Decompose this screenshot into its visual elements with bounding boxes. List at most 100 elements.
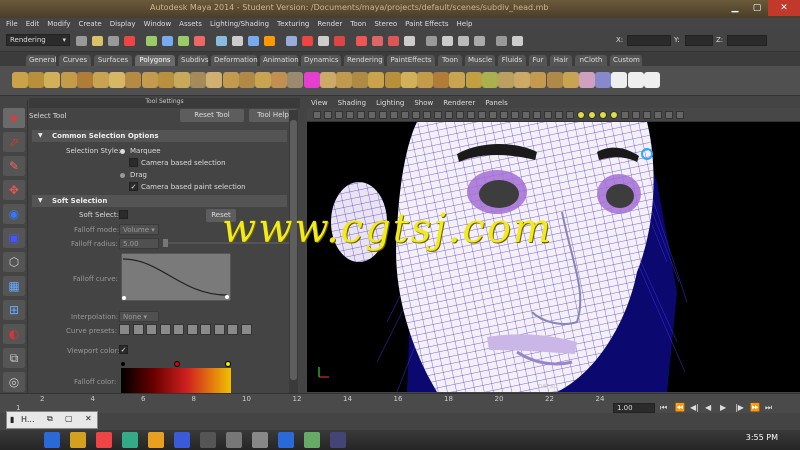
status-tool-icon[interactable]	[388, 36, 399, 46]
curve-preset-icon[interactable]	[200, 324, 211, 335]
ramp-handle-black[interactable]	[121, 362, 125, 366]
taskbar-app-icon[interactable]	[304, 432, 320, 448]
menu-toon[interactable]: Toon	[350, 20, 366, 28]
menu-file[interactable]: File	[6, 20, 18, 28]
curve-preset-icon[interactable]	[227, 324, 238, 335]
viewport-tool-icon[interactable]	[324, 111, 332, 119]
status-tool-icon[interactable]	[512, 36, 523, 46]
viewport-tool-icon[interactable]	[511, 111, 519, 119]
shelf-tool-icon[interactable]	[481, 72, 498, 88]
taskbar-app-icon[interactable]	[200, 432, 216, 448]
viewport-tool-icon[interactable]	[621, 111, 629, 119]
shelf-tab-toon[interactable]: Toon	[438, 55, 462, 66]
last-tool-icon[interactable]: ◐	[3, 324, 25, 344]
status-tool-icon[interactable]	[194, 36, 205, 46]
shelf-tool-icon[interactable]	[222, 72, 239, 88]
viewport-tool-icon[interactable]	[577, 111, 585, 119]
camera-based-checkbox[interactable]	[129, 158, 138, 167]
shelf-tab-subdivs[interactable]: Subdivs	[178, 55, 209, 66]
status-tool-icon[interactable]	[356, 36, 367, 46]
taskbar-app-icon[interactable]	[44, 432, 60, 448]
menu-display[interactable]: Display	[110, 20, 136, 28]
playback-button[interactable]: ◀	[705, 403, 711, 412]
drag-radio[interactable]	[120, 173, 125, 178]
shelf-tool-icon[interactable]	[157, 72, 174, 88]
menu-paint-effects[interactable]: Paint Effects	[405, 20, 448, 28]
curve-preset-icon[interactable]	[213, 324, 225, 335]
shelf-tool-icon[interactable]	[125, 72, 142, 88]
status-tool-icon[interactable]	[442, 36, 453, 46]
shelf-tool-icon[interactable]	[28, 72, 45, 88]
taskbar-app-icon[interactable]	[174, 432, 190, 448]
3d-viewport[interactable]: persp	[307, 122, 800, 392]
taskbar-app-icon[interactable]	[122, 432, 138, 448]
menu-render[interactable]: Render	[317, 20, 342, 28]
coord-x-field[interactable]	[627, 35, 671, 46]
current-time-field[interactable]: 1.00	[613, 403, 655, 413]
shelf-tool-icon[interactable]	[238, 72, 255, 88]
status-tool-icon[interactable]	[108, 36, 119, 46]
status-tool-icon[interactable]	[496, 36, 507, 46]
paint-select-icon[interactable]: ✎	[3, 156, 25, 176]
ramp-handle-yellow[interactable]	[225, 361, 231, 367]
common-selection-header[interactable]: ▼ Common Selection Options	[32, 130, 287, 142]
outliner-icon[interactable]: ⧉	[3, 348, 25, 368]
maximize-button[interactable]: ▢	[746, 0, 768, 16]
taskbar-app-icon[interactable]	[252, 432, 268, 448]
shelf-tool-icon[interactable]	[287, 72, 304, 88]
shelf-tab-animation[interactable]: Animation	[260, 55, 299, 66]
coord-z-field[interactable]	[727, 35, 767, 46]
menu-assets[interactable]: Assets	[179, 20, 202, 28]
curve-preset-icon[interactable]	[186, 324, 198, 335]
viewport-tool-icon[interactable]	[676, 111, 684, 119]
playback-button[interactable]: ⏩	[750, 403, 760, 412]
shelf-tool-icon[interactable]	[546, 72, 563, 88]
move-tool-icon[interactable]: ✥	[3, 180, 25, 200]
vp-menu-renderer[interactable]: Renderer	[443, 99, 475, 107]
playback-button[interactable]: ⏮	[660, 403, 667, 413]
shelf-tool-icon[interactable]	[76, 72, 93, 88]
reset-tool-button[interactable]: Reset Tool	[180, 109, 244, 122]
shelf-tab-fur[interactable]: Fur	[529, 55, 547, 66]
maximize-icon[interactable]: ▢	[65, 414, 73, 423]
shelf-tab-custom[interactable]: Custom	[610, 55, 642, 66]
viewport-tool-icon[interactable]	[412, 111, 420, 119]
shelf-tool-icon[interactable]	[449, 72, 466, 88]
viewport-tool-icon[interactable]	[566, 111, 574, 119]
viewport-tool-icon[interactable]	[390, 111, 398, 119]
lasso-tool-icon[interactable]: ⬀	[3, 132, 25, 152]
status-tool-icon[interactable]	[146, 36, 157, 46]
viewport-tool-icon[interactable]	[610, 111, 618, 119]
shelf-tab-deformation[interactable]: Deformation	[211, 55, 258, 66]
menu-edit[interactable]: Edit	[26, 20, 40, 28]
viewport-tool-icon[interactable]	[456, 111, 464, 119]
viewport-tool-icon[interactable]	[544, 111, 552, 119]
menu-modify[interactable]: Modify	[47, 20, 70, 28]
restore-icon[interactable]: ⧉	[47, 414, 53, 424]
curve-preset-icon[interactable]	[132, 324, 144, 335]
viewport-tool-icon[interactable]	[313, 111, 321, 119]
shelf-tool-icon[interactable]	[12, 72, 28, 88]
menu-set-dropdown[interactable]: Rendering ▾	[6, 34, 70, 46]
falloff-color-ramp[interactable]	[121, 368, 231, 393]
taskbar-app-icon[interactable]	[278, 432, 294, 448]
manipulator-icon[interactable]: ⬡	[3, 252, 25, 272]
falloff-radius-field[interactable]: 5.00	[119, 238, 159, 249]
taskbar-app-icon[interactable]	[148, 432, 164, 448]
shelf-tab-surfaces[interactable]: Surfaces	[94, 55, 132, 66]
viewport-tool-icon[interactable]	[401, 111, 409, 119]
status-tool-icon[interactable]	[302, 36, 313, 46]
viewport-tool-icon[interactable]	[357, 111, 365, 119]
camera-paint-checkbox[interactable]: ✓	[129, 182, 138, 191]
scale-tool-icon[interactable]: ▣	[3, 228, 25, 248]
shelf-tool-icon[interactable]	[303, 72, 320, 88]
rotate-tool-icon[interactable]: ◉	[3, 204, 25, 224]
viewport-tool-icon[interactable]	[346, 111, 354, 119]
status-tool-icon[interactable]	[124, 36, 135, 46]
shelf-tool-icon[interactable]	[465, 72, 482, 88]
curve-preset-icon[interactable]	[146, 324, 157, 335]
status-tool-icon[interactable]	[232, 36, 243, 46]
viewport-tool-icon[interactable]	[423, 111, 431, 119]
status-tool-icon[interactable]	[426, 36, 437, 46]
viewport-tool-icon[interactable]	[588, 111, 596, 119]
